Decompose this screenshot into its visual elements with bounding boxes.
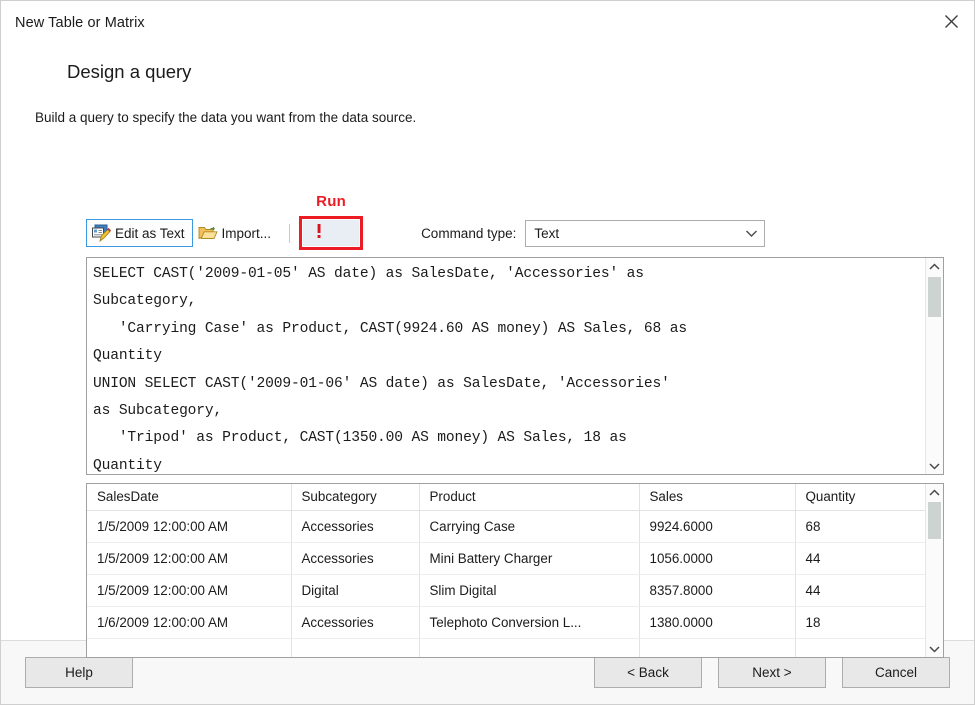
- close-button[interactable]: [928, 1, 974, 41]
- table-row[interactable]: [87, 639, 925, 658]
- command-type-value: Text: [526, 226, 738, 241]
- cell-sales: [639, 639, 795, 658]
- cell-salesdate: 1/5/2009 12:00:00 AM: [87, 543, 291, 575]
- query-toolbar: Edit as Text Import... Run: [86, 213, 944, 253]
- cell-quantity: [795, 639, 925, 658]
- sql-editor-scroll-thumb[interactable]: [928, 277, 941, 317]
- column-header-sales[interactable]: Sales: [639, 484, 795, 511]
- scroll-down-icon[interactable]: [926, 457, 943, 474]
- cell-sales: 9924.6000: [639, 511, 795, 543]
- cell-sales: 8357.8000: [639, 575, 795, 607]
- chevron-down-icon: [738, 229, 764, 238]
- table-header-row: SalesDate Subcategory Product Sales Quan…: [87, 484, 925, 511]
- page-title: Design a query: [67, 61, 950, 83]
- cell-salesdate: 1/5/2009 12:00:00 AM: [87, 575, 291, 607]
- table-row[interactable]: 1/5/2009 12:00:00 AM Digital Slim Digita…: [87, 575, 925, 607]
- command-type-select[interactable]: Text: [525, 220, 765, 247]
- table-row[interactable]: 1/5/2009 12:00:00 AM Accessories Mini Ba…: [87, 543, 925, 575]
- back-button[interactable]: < Back: [594, 657, 702, 688]
- run-annotation-label: Run: [316, 193, 346, 210]
- run-button[interactable]: [303, 220, 359, 246]
- column-header-subcategory[interactable]: Subcategory: [291, 484, 419, 511]
- grid-body: SalesDate Subcategory Product Sales Quan…: [87, 484, 925, 657]
- command-type-group: Command type: Text: [421, 220, 765, 247]
- scroll-up-icon[interactable]: [926, 484, 943, 501]
- cell-sales: 1056.0000: [639, 543, 795, 575]
- cell-subcategory: Digital: [291, 575, 419, 607]
- edit-as-text-icon: [91, 224, 111, 242]
- toolbar-separator: [289, 224, 290, 243]
- next-button[interactable]: Next >: [718, 657, 826, 688]
- page-description: Build a query to specify the data you wa…: [35, 110, 950, 125]
- results-table: SalesDate Subcategory Product Sales Quan…: [87, 484, 925, 657]
- new-table-or-matrix-dialog: New Table or Matrix Design a query Build…: [0, 0, 975, 705]
- table-row[interactable]: 1/6/2009 12:00:00 AM Accessories Telepho…: [87, 607, 925, 639]
- cell-salesdate: [87, 639, 291, 658]
- title-bar: New Table or Matrix: [1, 1, 974, 45]
- scroll-up-icon[interactable]: [926, 258, 943, 275]
- column-header-salesdate[interactable]: SalesDate: [87, 484, 291, 511]
- edit-as-text-label: Edit as Text: [115, 226, 185, 241]
- cell-subcategory: [291, 639, 419, 658]
- cell-subcategory: Accessories: [291, 607, 419, 639]
- exclamation-icon: [315, 222, 323, 245]
- run-highlight-box: [299, 216, 363, 250]
- edit-as-text-button[interactable]: Edit as Text: [86, 219, 193, 247]
- table-row[interactable]: 1/5/2009 12:00:00 AM Accessories Carryin…: [87, 511, 925, 543]
- results-grid-scroll-thumb[interactable]: [928, 502, 941, 539]
- query-designer-panel: Edit as Text Import... Run: [86, 213, 944, 658]
- cell-salesdate: 1/5/2009 12:00:00 AM: [87, 511, 291, 543]
- cell-product: Carrying Case: [419, 511, 639, 543]
- scroll-down-icon[interactable]: [926, 640, 943, 657]
- import-button[interactable]: Import...: [193, 219, 280, 247]
- cell-sales: 1380.0000: [639, 607, 795, 639]
- query-results-grid[interactable]: SalesDate Subcategory Product Sales Quan…: [86, 483, 944, 658]
- sql-query-editor[interactable]: SELECT CAST('2009-01-05' AS date) as Sal…: [86, 257, 944, 475]
- cell-salesdate: 1/6/2009 12:00:00 AM: [87, 607, 291, 639]
- cancel-button[interactable]: Cancel: [842, 657, 950, 688]
- cell-product: Slim Digital: [419, 575, 639, 607]
- cell-quantity: 44: [795, 575, 925, 607]
- column-header-product[interactable]: Product: [419, 484, 639, 511]
- sql-query-text[interactable]: SELECT CAST('2009-01-05' AS date) as Sal…: [87, 258, 925, 474]
- column-header-quantity[interactable]: Quantity: [795, 484, 925, 511]
- run-button-container: Run: [299, 216, 363, 250]
- close-icon: [944, 14, 959, 29]
- cell-quantity: 68: [795, 511, 925, 543]
- cell-product: Mini Battery Charger: [419, 543, 639, 575]
- sql-editor-scrollbar[interactable]: [925, 258, 943, 474]
- dialog-content: Design a query Build a query to specify …: [1, 45, 974, 640]
- cell-quantity: 44: [795, 543, 925, 575]
- folder-open-icon: [198, 224, 218, 242]
- command-type-label: Command type:: [421, 226, 516, 241]
- cell-subcategory: Accessories: [291, 511, 419, 543]
- import-label: Import...: [222, 226, 272, 241]
- results-grid-scrollbar[interactable]: [925, 484, 943, 657]
- help-button[interactable]: Help: [25, 657, 133, 688]
- cell-product: [419, 639, 639, 658]
- cell-product: Telephoto Conversion L...: [419, 607, 639, 639]
- cell-subcategory: Accessories: [291, 543, 419, 575]
- cell-quantity: 18: [795, 607, 925, 639]
- window-title: New Table or Matrix: [15, 15, 145, 31]
